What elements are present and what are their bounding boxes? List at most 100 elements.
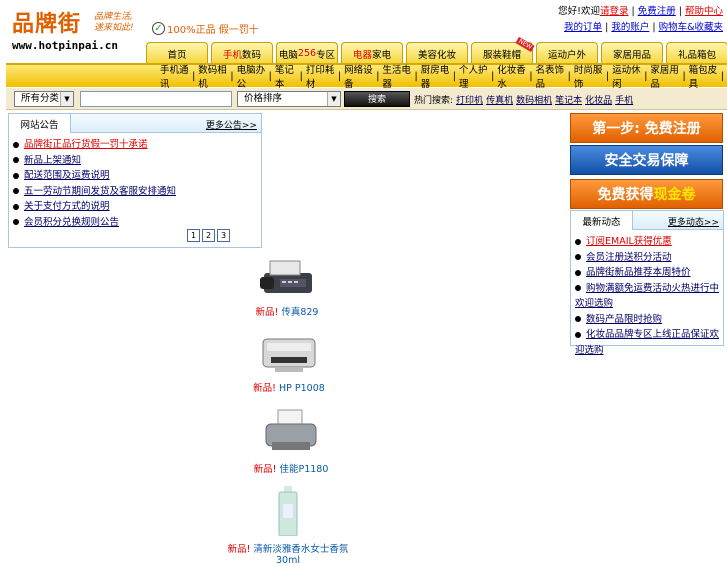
separator: |	[644, 70, 648, 82]
coupon-banner[interactable]: 免费获得 现金卷	[570, 179, 723, 209]
nav-tab-gifts[interactable]: 礼品箱包	[666, 42, 727, 64]
category-link[interactable]: 名表饰品	[536, 62, 565, 90]
list-item: 订阅EMAIL获得优惠	[575, 234, 723, 250]
bullet-icon	[575, 316, 581, 322]
login-link[interactable]: 请登录	[600, 6, 629, 17]
nav-tab-label: 专区	[316, 49, 336, 61]
category-link[interactable]: 网络设备	[344, 62, 373, 90]
hot-keywords-label: 热门搜索:	[414, 96, 454, 106]
category-link[interactable]: 笔记本	[275, 62, 297, 90]
separator: |	[192, 70, 196, 82]
notice-more-link[interactable]: 更多公告>>	[206, 118, 257, 131]
hot-keyword-link[interactable]: 传真机	[486, 96, 513, 106]
list-item-link[interactable]: 会员注册送积分活动	[586, 252, 672, 263]
product-item[interactable]: 新品! 佳能P1180	[221, 408, 361, 475]
cart-link[interactable]: 购物车&收藏夹	[659, 22, 723, 33]
category-select[interactable]: 所有分类 ▼	[14, 91, 74, 107]
list-item-link[interactable]: 新品上架通知	[24, 155, 81, 166]
nav-tab-appliance[interactable]: 电器 家电	[341, 42, 403, 64]
separator: |	[529, 70, 533, 82]
bullet-icon	[575, 269, 581, 276]
category-link[interactable]: 运动休闲	[612, 62, 641, 90]
my-orders-link[interactable]: 我的订单	[564, 22, 602, 33]
sort-select[interactable]: 价格排序 ▼	[237, 91, 341, 107]
news-more-link[interactable]: 更多动态>>	[668, 215, 719, 228]
list-item-link[interactable]: 购物满额免运费活动火热进行中欢迎选购	[575, 283, 719, 310]
check-circle-icon: ✓	[152, 22, 165, 35]
hot-keyword-link[interactable]: 数码相机	[516, 96, 552, 106]
page-2-button[interactable]: 2	[202, 229, 215, 242]
hot-keyword-link[interactable]: 打印机	[456, 96, 483, 106]
category-link[interactable]: 数码相机	[198, 62, 227, 90]
notice-header: 网站公告 更多公告>>	[9, 114, 261, 133]
list-item-link[interactable]: 化妆品品牌专区上线正品保证欢迎选购	[575, 329, 719, 356]
bullet-icon	[13, 188, 19, 194]
register-banner[interactable]: 第一步: 免费注册	[570, 113, 723, 143]
separator: |	[268, 70, 272, 82]
hot-keyword-link[interactable]: 笔记本	[555, 96, 582, 106]
page-1-button[interactable]: 1	[187, 229, 200, 242]
hot-keyword-link[interactable]: 手机	[615, 96, 633, 106]
search-button[interactable]: 搜索	[344, 91, 410, 107]
list-item-link[interactable]: 关于支付方式的说明	[24, 201, 110, 212]
nav-tab-label: 运动户外	[547, 49, 586, 61]
list-item-link[interactable]: 五一劳动节期间发货及客服安排通知	[24, 186, 176, 197]
secure-trade-banner[interactable]: 安全交易保障	[570, 145, 723, 175]
nav-tab-label: 数码	[242, 49, 262, 61]
category-link[interactable]: 生活电器	[382, 62, 411, 90]
nav-tab-home-goods[interactable]: 家居用品	[601, 42, 663, 64]
product-name[interactable]: 传真829	[281, 307, 318, 318]
separator: |	[452, 70, 456, 82]
my-account-link[interactable]: 我的账户	[611, 22, 649, 33]
hot-keyword-link[interactable]: 化妆品	[585, 96, 612, 106]
category-link[interactable]: 时尚服饰	[574, 62, 603, 90]
nav-tab-home[interactable]: 首页	[146, 42, 208, 64]
chevron-down-icon: ▼	[327, 92, 340, 106]
category-link[interactable]: 电脑办公	[237, 62, 266, 90]
site-logo[interactable]: 品牌街 品牌生活, 遂来如此! www.hotpinpai.cn	[12, 6, 142, 54]
category-link[interactable]: 箱包皮具	[689, 62, 718, 90]
nav-tab-clothing[interactable]: 服装鞋帽 NEW	[471, 36, 535, 64]
nav-tab-mobile[interactable]: 手机 数码	[211, 42, 273, 64]
separator: |	[720, 70, 724, 82]
separator: |	[491, 70, 495, 82]
list-item: 数码产品限时抢购	[575, 312, 723, 328]
category-link[interactable]: 个人护理	[459, 62, 488, 90]
product-item[interactable]: 新品! 传真829	[217, 255, 357, 318]
category-link[interactable]: 打印耗材	[306, 62, 335, 90]
nav-tab-sports[interactable]: 运动户外	[536, 42, 598, 64]
nav-tab-beauty[interactable]: 美容化妆	[406, 42, 468, 64]
product-item[interactable]: 新品! 清新淡雅香水女士香氛 30ml	[218, 486, 358, 566]
product-name[interactable]: 佳能P1180	[279, 464, 328, 475]
list-item-link[interactable]: 数码产品限时抢购	[586, 314, 662, 325]
category-link[interactable]: 家居用品	[650, 62, 679, 90]
category-link[interactable]: 化妆香水	[497, 62, 526, 90]
list-item-link[interactable]: 配送范围及运费说明	[24, 170, 110, 181]
list-item-link[interactable]: 会员积分兑换规则公告	[24, 217, 119, 228]
product-name[interactable]: HP P1008	[279, 383, 325, 394]
search-input[interactable]	[80, 91, 232, 107]
nav-tab-computer[interactable]: 电脑 256 专区	[276, 42, 338, 64]
list-item-link[interactable]: 订阅EMAIL获得优惠	[586, 236, 672, 247]
list-item-link[interactable]: 品牌街新品推荐本周特价	[586, 267, 691, 278]
new-tag: 新品!	[253, 464, 277, 475]
page-3-button[interactable]: 3	[217, 229, 230, 242]
product-name[interactable]: 清新淡雅香水女士香氛 30ml	[253, 544, 348, 566]
separator: |	[337, 70, 342, 82]
welcome-text: 您好!欢迎	[558, 6, 600, 17]
product-caption: 新品! 佳能P1180	[221, 461, 361, 475]
list-item-link[interactable]: 品牌街正品行货假一罚十承诺	[24, 139, 148, 150]
product-item[interactable]: 新品! HP P1008	[219, 331, 359, 394]
help-link[interactable]: 帮助中心	[685, 6, 723, 17]
separator: |	[376, 70, 380, 82]
news-panel: 最新动态 更多动态>> 订阅EMAIL获得优惠 会员注册送积分活动 品牌街新品推荐本…	[570, 210, 724, 356]
category-link[interactable]: 厨房电器	[421, 62, 450, 90]
product-caption: 新品! 传真829	[217, 304, 357, 318]
register-link[interactable]: 免费注册	[638, 6, 676, 17]
new-tag: 新品!	[227, 544, 251, 555]
category-link[interactable]: 手机通讯	[160, 62, 189, 90]
bullet-icon	[575, 285, 581, 291]
separator: |	[567, 70, 571, 82]
new-tag: 新品!	[253, 383, 276, 394]
nav-tab-highlight: 手机	[222, 49, 242, 61]
